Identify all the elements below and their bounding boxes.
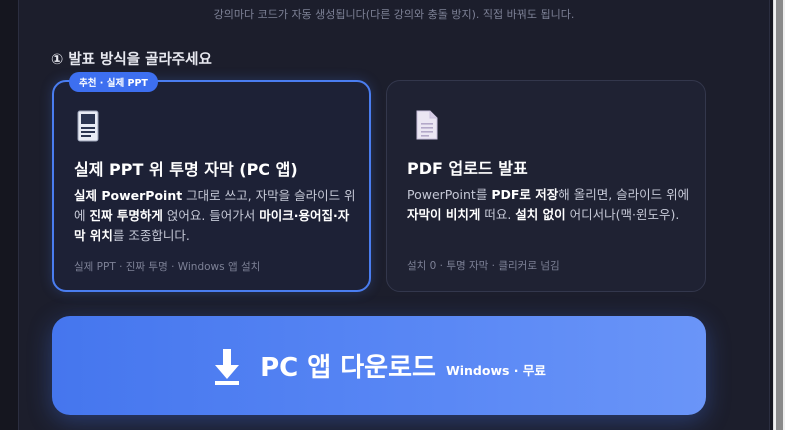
card-title: 실제 PPT 위 투명 자막 (PC 앱) (74, 160, 298, 179)
slide-document-icon (77, 110, 99, 142)
card-title: PDF 업로드 발표 (407, 159, 528, 178)
download-sublabel: Windows · 무료 (445, 363, 546, 378)
description-segment: 를 조종합니다. (112, 228, 190, 243)
download-app-button[interactable]: PC 앱 다운로드 Windows · 무료 (52, 316, 706, 415)
scrollbar-thumb[interactable] (776, 0, 783, 430)
description-segment: 어디서나(맥·윈도우). (565, 207, 680, 222)
description-segment: 진짜 투명하게 (89, 208, 163, 223)
card-description: 실제 PowerPoint 그대로 쓰고, 자막을 슬라이드 위에 진짜 투명하… (74, 186, 359, 246)
card-meta: 실제 PPT · 진짜 투명 · Windows 앱 설치 (74, 261, 261, 273)
description-segment: 얹어요. 들어가서 (162, 208, 260, 223)
section-title: ① 발표 방식을 골라주세요 (51, 52, 212, 68)
description-segment: 떠요. (480, 207, 516, 222)
option-card-pdf-upload[interactable]: PDF 업로드 발표 PowerPoint를 PDF로 저장해 올리면, 슬라이… (386, 80, 706, 292)
pdf-document-icon (416, 110, 438, 140)
option-card-real-ppt[interactable]: 추천 · 실제 PPT 실제 PPT 위 투명 자막 (PC 앱) 실제 Pow… (52, 72, 371, 292)
description-segment: 자막이 비치게 (407, 207, 481, 222)
recommended-badge: 추천 · 실제 PPT (69, 72, 158, 92)
card-meta: 설치 0 · 투명 자막 · 클리커로 넘김 (407, 260, 560, 272)
helper-text: 강의마다 코드가 자동 생성됩니다(다른 강의와 충돌 방지). 직접 바꿔도 … (213, 8, 575, 21)
description-segment: 설치 없이 (515, 207, 566, 222)
description-segment: 실제 PowerPoint (74, 188, 183, 203)
main-panel: 강의마다 코드가 자동 생성됩니다(다른 강의와 충돌 방지). 직접 바꿔도 … (18, 0, 770, 430)
download-arrow-icon (215, 348, 240, 385)
scrollbar[interactable] (773, 0, 785, 430)
description-segment: 해 올리면, 슬라이드 위에 (558, 187, 690, 202)
download-label: PC 앱 다운로드 (260, 353, 436, 383)
description-segment: PDF로 저장 (491, 187, 559, 202)
description-segment: PowerPoint를 (407, 187, 492, 202)
card-description: PowerPoint를 PDF로 저장해 올리면, 슬라이드 위에 자막이 비치… (407, 185, 692, 225)
